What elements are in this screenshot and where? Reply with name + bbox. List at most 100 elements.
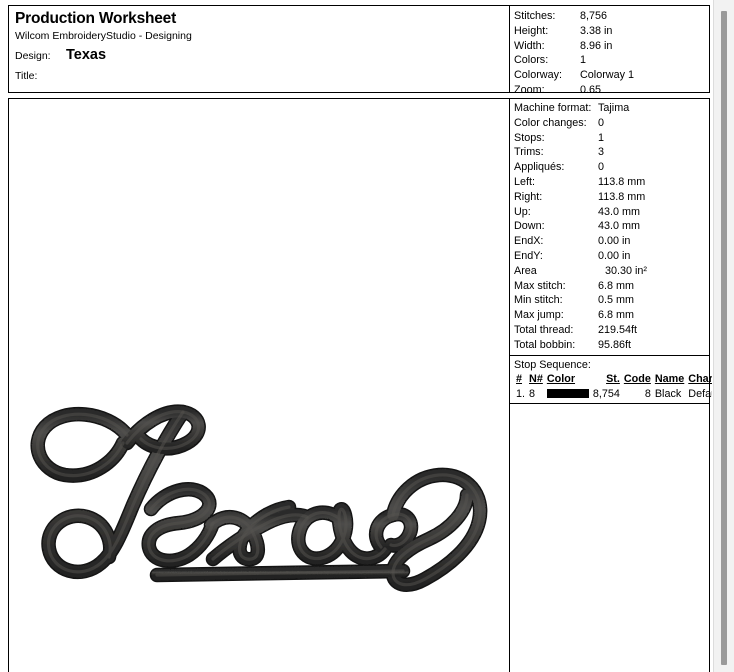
software-subtitle: Wilcom EmbroideryStudio - Designing — [15, 30, 192, 42]
header-box: Production Worksheet Wilcom EmbroiderySt… — [8, 5, 711, 96]
summary-row: Colors: 1 — [514, 53, 711, 68]
detail-value: 113.8 mm — [598, 190, 646, 203]
detail-row: Stops: 1 — [514, 131, 709, 146]
detail-key: EndY: — [514, 249, 543, 262]
cell-stitches: 8,754 — [592, 387, 620, 400]
detail-value: 0.5 mm — [598, 294, 634, 307]
vertical-scrollbar[interactable] — [713, 0, 734, 672]
detail-key: Max stitch: — [514, 279, 566, 292]
detail-key: Total bobbin: — [514, 338, 576, 351]
design-row: Design: Texas — [15, 47, 509, 63]
summary-row: Stitches: 8,756 — [514, 9, 711, 24]
summary-row: Colorway: Colorway 1 — [514, 68, 711, 83]
summary-value: 8.96 in — [580, 39, 613, 52]
detail-row: Total bobbin: 95.86ft — [514, 338, 709, 353]
summary-row: Width: 8.96 in — [514, 39, 711, 54]
design-details-block: Machine format: Tajima Color changes: 0 Stop… — [510, 99, 709, 356]
cell-code: 8 — [644, 387, 651, 400]
document-viewport: Production Worksheet Wilcom EmbroiderySt… — [0, 0, 712, 672]
detail-key: Area — [514, 264, 537, 277]
detail-value: 1 — [598, 131, 605, 144]
detail-value: 219.54ft — [598, 323, 638, 336]
detail-value: 95.86ft — [598, 338, 632, 351]
detail-key: Machine format: — [514, 102, 592, 114]
summary-key: Zoom: — [514, 83, 545, 96]
detail-row: EndX: 0.00 in — [514, 234, 709, 249]
design-label: Design: — [15, 50, 51, 62]
detail-row: Total thread: 219.54ft — [514, 323, 709, 338]
header-left-block: Production Worksheet Wilcom EmbroiderySt… — [9, 6, 509, 92]
detail-value: 0.00 in — [598, 235, 631, 248]
detail-row: Max stitch: 6.8 mm — [514, 279, 709, 294]
summary-key: Colors: — [514, 54, 549, 67]
summary-key: Width: — [514, 39, 545, 52]
design-name-value: Texas — [66, 47, 107, 63]
cell-index: 1. — [516, 387, 526, 400]
production-worksheet-window: Production Worksheet Wilcom EmbroiderySt… — [0, 0, 734, 672]
detail-row: Min stitch: 0.5 mm — [514, 293, 709, 308]
col-header-name: Name — [654, 373, 685, 386]
title-row: Title: — [15, 70, 509, 82]
summary-value: 1 — [580, 54, 587, 67]
detail-key: Up: — [514, 205, 531, 218]
cell-needle: 8 — [529, 387, 536, 400]
summary-value: 0.65 — [580, 83, 602, 96]
detail-row: Trims: 3 — [514, 145, 709, 160]
detail-row: EndY: 0.00 in — [514, 249, 709, 264]
col-header-color: Color — [546, 373, 576, 386]
detail-row: Machine format: Tajima — [514, 101, 709, 116]
title-label: Title: — [15, 70, 38, 82]
worksheet-page: Production Worksheet Wilcom EmbroiderySt… — [8, 5, 712, 672]
detail-value: 3 — [598, 146, 605, 159]
stop-sequence-title: Stop Sequence: — [514, 358, 591, 371]
detail-value: 43.0 mm — [598, 205, 641, 218]
detail-key: Trims: — [514, 146, 544, 159]
detail-value: 6.8 mm — [598, 279, 634, 292]
stop-sequence-block: Stop Sequence: # N# Color St. Code Name — [510, 356, 712, 405]
detail-value: 0 — [598, 116, 605, 129]
detail-row: Color changes: 0 — [514, 116, 709, 131]
detail-key: Stops: — [514, 131, 545, 144]
detail-value: 0 — [598, 161, 605, 174]
detail-row: Up: 43.0 mm — [514, 205, 709, 220]
color-swatch — [546, 388, 589, 398]
page-title: Production Worksheet — [15, 10, 177, 27]
cell-chart: Default — [688, 387, 712, 400]
cell-color-swatch — [545, 387, 591, 402]
scrollbar-thumb[interactable] — [721, 11, 727, 665]
col-header-stitches: St. — [606, 373, 620, 386]
summary-panel: Stitches: 8,756 Height: 3.38 in Width: 8.96 i… — [509, 6, 711, 96]
summary-row: Height: 3.38 in — [514, 24, 711, 39]
summary-row: Zoom: 0.65 — [514, 83, 711, 98]
detail-value: Tajima — [598, 102, 630, 114]
detail-key: Appliqués: — [514, 161, 565, 174]
stop-sequence-table: # N# Color St. Code Name Chart 1.88,7548… — [514, 372, 712, 401]
summary-key: Colorway: — [514, 69, 563, 82]
detail-key: Min stitch: — [514, 294, 563, 307]
table-header-row: # N# Color St. Code Name Chart — [514, 372, 712, 387]
summary-key: Height: — [514, 24, 549, 37]
detail-key: Max jump: — [514, 309, 564, 322]
col-header-needle: N# — [529, 373, 543, 386]
detail-key: Left: — [514, 175, 536, 188]
detail-value: 0.00 in — [598, 249, 631, 262]
col-header-code: Code — [623, 373, 651, 386]
summary-value: 3.38 in — [580, 24, 613, 37]
detail-key: EndX: — [514, 235, 544, 248]
col-header-chart: Chart — [688, 373, 712, 386]
detail-value: 30.30 in² — [605, 264, 648, 277]
detail-value: 113.8 mm — [598, 175, 646, 188]
detail-row: Max jump: 6.8 mm — [514, 308, 709, 323]
cell-name: Black — [654, 387, 682, 400]
info-pane: Machine format: Tajima Color changes: 0 Stop… — [509, 99, 712, 672]
texas-script-svg — [15, 399, 507, 599]
col-header-index: # — [516, 373, 523, 386]
detail-row: Down: 43.0 mm — [514, 219, 709, 234]
design-preview-pane — [9, 99, 509, 672]
detail-key: Total thread: — [514, 323, 574, 336]
detail-value: 43.0 mm — [598, 220, 641, 233]
body-box: Machine format: Tajima Color changes: 0 Stop… — [8, 98, 712, 672]
summary-value: Colorway 1 — [580, 69, 635, 82]
detail-row: Appliqués: 0 — [514, 160, 709, 175]
embroidery-artwork — [15, 399, 507, 599]
